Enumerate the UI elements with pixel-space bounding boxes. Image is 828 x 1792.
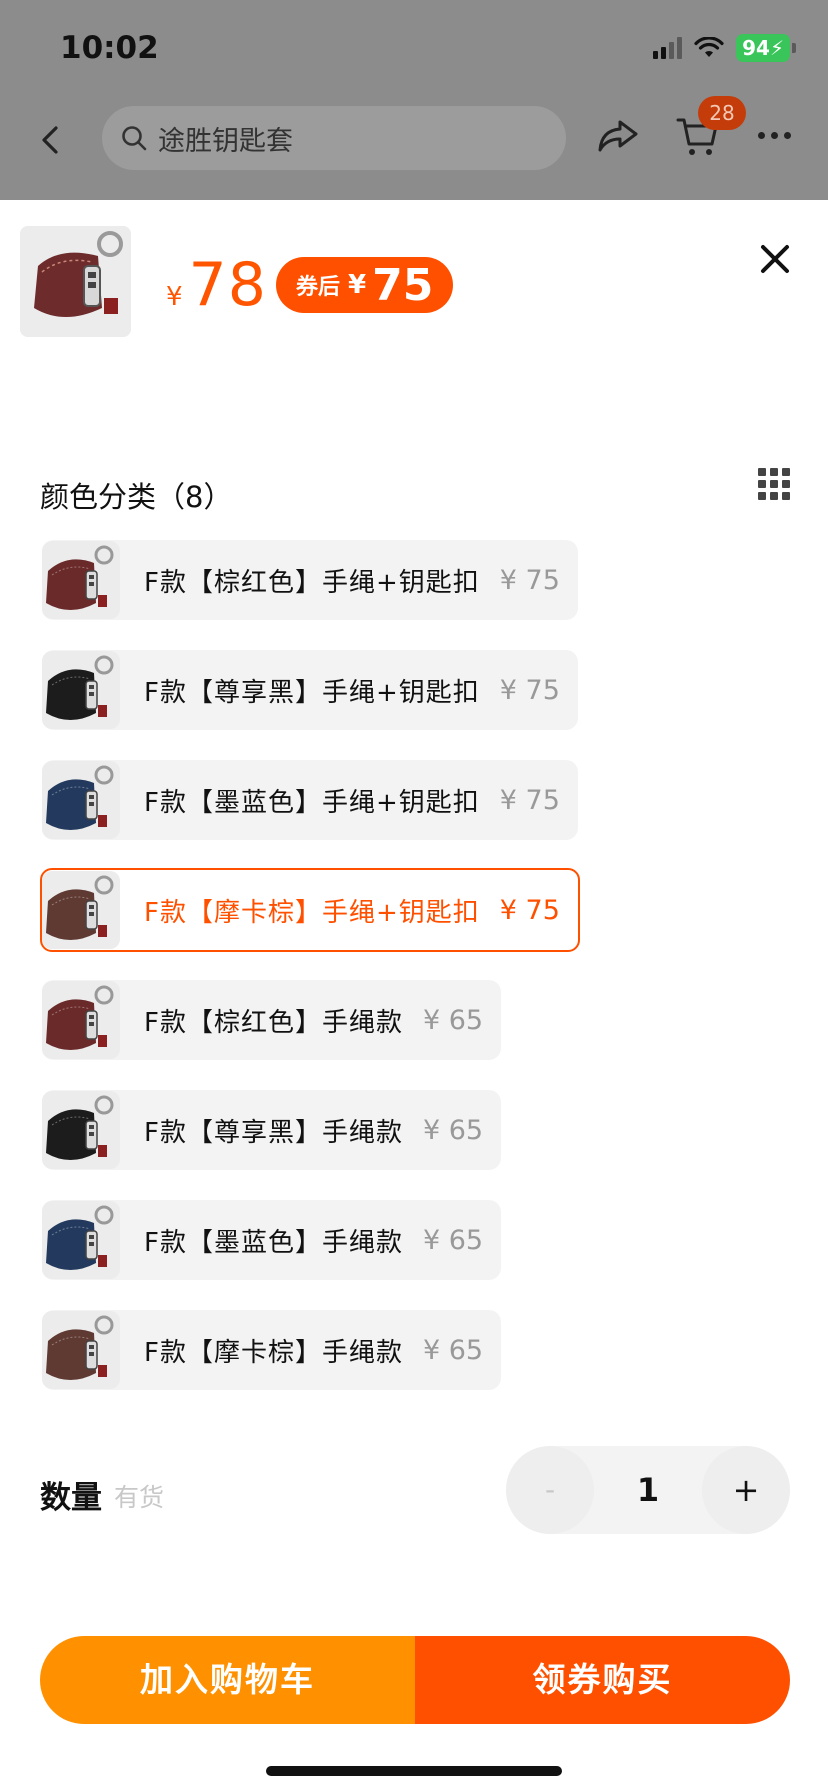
product-thumbnail[interactable]	[20, 226, 131, 337]
price-currency: ¥	[166, 282, 183, 312]
variant-option-label: F款【墨蓝色】手绳款	[144, 1227, 403, 1258]
variant-option-label: F款【摩卡棕】手绳款	[144, 1337, 403, 1368]
search-input[interactable]: 途胜钥匙套	[102, 106, 566, 170]
signal-icon	[653, 37, 683, 59]
variant-option-label: F款【棕红色】手绳款	[144, 1007, 403, 1038]
variant-thumbnail	[42, 651, 120, 729]
add-to-cart-button[interactable]: 加入购物车	[40, 1636, 415, 1724]
variant-thumbnail	[42, 1091, 120, 1169]
variant-option-price: ¥ 65	[422, 1114, 484, 1146]
variant-option[interactable]: F款【墨蓝色】手绳+钥匙扣 ¥ 75	[42, 760, 578, 840]
variant-option[interactable]: F款【棕红色】手绳款 ¥ 65	[42, 980, 502, 1060]
share-icon[interactable]	[596, 116, 640, 156]
search-placeholder: 途胜钥匙套	[158, 125, 293, 157]
price-value: 78	[188, 250, 267, 320]
battery-level: 94	[742, 36, 770, 60]
variant-option-price: ¥ 75	[499, 564, 560, 596]
variant-option-price: ¥ 65	[422, 1224, 484, 1256]
cart-count-badge: 28	[698, 96, 746, 130]
variant-option-price: ¥ 75	[499, 894, 560, 926]
variant-option-label: F款【墨蓝色】手绳+钥匙扣	[144, 787, 480, 818]
sku-selection-sheet: ¥ 78 券后 ¥ 75 颜色分类（8） F款【棕红色】手绳+钥匙扣 ¥ 75 F款…	[0, 200, 828, 1792]
variant-option[interactable]: F款【摩卡棕】手绳款 ¥ 65	[42, 1310, 502, 1390]
variant-option[interactable]: F款【墨蓝色】手绳款 ¥ 65	[42, 1200, 502, 1280]
coupon-currency: ¥	[348, 270, 367, 300]
variant-option-price: ¥ 75	[499, 674, 560, 706]
more-icon[interactable]	[758, 132, 791, 139]
variant-thumbnail	[42, 981, 120, 1059]
coupon-label: 券后	[296, 275, 341, 300]
variant-section-title: 颜色分类（8）	[40, 480, 233, 514]
variant-thumbnail	[42, 761, 120, 839]
variant-option-label: F款【尊享黑】手绳款	[144, 1117, 403, 1148]
variant-option[interactable]: F款【尊享黑】手绳款 ¥ 65	[42, 1090, 502, 1170]
variant-option-price: ¥ 65	[422, 1334, 484, 1366]
coupon-price-value: 75	[372, 259, 434, 311]
quantity-value[interactable]: 1	[616, 1446, 680, 1534]
stock-status: 有货	[114, 1483, 165, 1512]
variant-option-label: F款【尊享黑】手绳+钥匙扣	[144, 677, 480, 708]
price-block: ¥ 78	[166, 250, 267, 320]
variant-thumbnail	[42, 871, 120, 949]
action-bar: 加入购物车 领券购买	[40, 1636, 790, 1724]
increase-quantity-button[interactable]: +	[702, 1446, 790, 1534]
variant-option[interactable]: F款【尊享黑】手绳+钥匙扣 ¥ 75	[42, 650, 578, 730]
quantity-stepper: - 1 +	[506, 1446, 790, 1534]
variant-thumbnail	[42, 1201, 120, 1279]
variant-thumbnail	[42, 1311, 120, 1389]
wifi-icon	[694, 37, 724, 57]
search-icon	[122, 126, 147, 151]
variant-option[interactable]: F款【棕红色】手绳+钥匙扣 ¥ 75	[42, 540, 578, 620]
variant-option-label: F款【摩卡棕】手绳+钥匙扣	[144, 897, 480, 928]
back-icon[interactable]	[36, 120, 66, 160]
close-icon[interactable]	[758, 242, 792, 276]
variant-option-label: F款【棕红色】手绳+钥匙扣	[144, 567, 480, 598]
status-time: 10:02	[60, 30, 159, 66]
decrease-quantity-button[interactable]: -	[506, 1446, 594, 1534]
key-case-image	[20, 226, 131, 337]
variant-thumbnail	[42, 541, 120, 619]
variant-option[interactable]: F款【摩卡棕】手绳+钥匙扣 ¥ 75	[40, 868, 580, 952]
dimmed-background[interactable]: 10:02 94⚡ 途胜钥匙套 28	[0, 0, 828, 200]
status-icons: 94⚡	[653, 34, 796, 62]
quantity-label: 数量	[40, 1480, 102, 1516]
variant-option-price: ¥ 65	[422, 1004, 484, 1036]
grid-view-icon[interactable]	[758, 468, 790, 500]
variant-option-price: ¥ 75	[499, 784, 560, 816]
battery-icon: 94⚡	[736, 34, 796, 62]
home-indicator[interactable]	[266, 1766, 562, 1776]
buy-with-coupon-button[interactable]: 领券购买	[415, 1636, 790, 1724]
coupon-price-badge: 券后 ¥ 75	[276, 257, 454, 313]
